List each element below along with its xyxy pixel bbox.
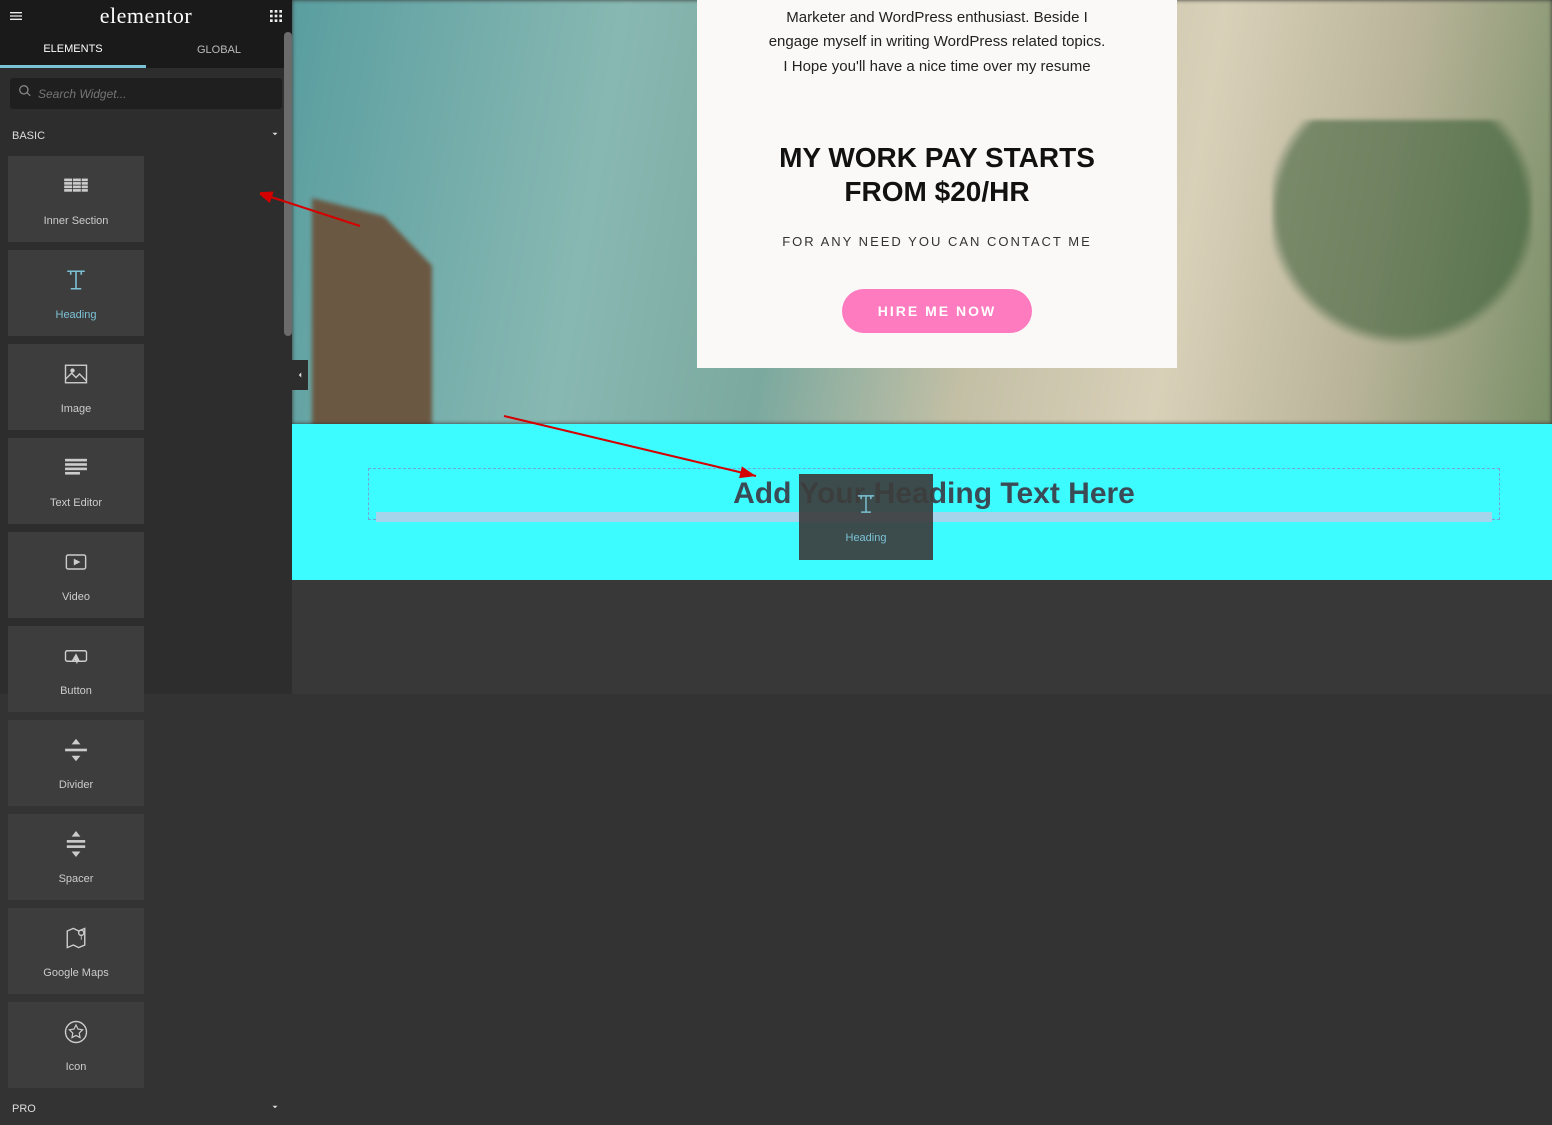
widget-label: Image [61, 403, 92, 415]
widget-label: Button [60, 685, 92, 697]
columns-icon [62, 172, 90, 205]
search-icon [18, 84, 38, 103]
drag-ghost-heading: Heading [799, 474, 933, 560]
widget-button[interactable]: Button [8, 626, 144, 712]
intro-line: Marketer and WordPress enthusiast. Besid… [786, 9, 1088, 26]
star-icon [62, 1018, 90, 1051]
category-pro[interactable]: PRO [0, 1092, 292, 1125]
search-wrap [0, 68, 292, 119]
bg-shape [312, 198, 432, 424]
headline-line: FROM $20/HR [844, 176, 1029, 207]
text-icon [62, 454, 90, 487]
widget-label: Spacer [59, 873, 94, 885]
widget-google-maps[interactable]: Google Maps [8, 908, 144, 994]
widget-video[interactable]: Video [8, 532, 144, 618]
video-icon [62, 548, 90, 581]
chevron-down-icon [270, 129, 280, 142]
headline[interactable]: MY WORK PAY STARTS FROM $20/HR [727, 141, 1147, 210]
heading-icon [853, 491, 879, 522]
editor-canvas[interactable]: Marketer and WordPress enthusiast. Besid… [292, 0, 1552, 694]
divider-icon [62, 736, 90, 769]
map-icon [62, 924, 90, 957]
panel-header: elementor [0, 0, 292, 32]
category-basic-label: BASIC [12, 130, 45, 142]
widget-spacer[interactable]: Spacer [8, 814, 144, 900]
panel-scrollbar[interactable] [284, 32, 292, 336]
search-input[interactable] [38, 87, 274, 101]
widget-label: Google Maps [43, 967, 108, 979]
bg-shape [1272, 120, 1532, 420]
tab-elements[interactable]: ELEMENTS [0, 32, 146, 68]
widget-label: Inner Section [44, 215, 109, 227]
intro-text[interactable]: Marketer and WordPress enthusiast. Besid… [727, 6, 1147, 79]
elements-panel: elementor ELEMENTS GLOBAL BASIC Inner Se… [0, 0, 292, 694]
widget-label: Icon [66, 1061, 87, 1073]
tab-global[interactable]: GLOBAL [146, 32, 292, 68]
intro-line: engage myself in writing WordPress relat… [769, 33, 1106, 50]
hire-me-button[interactable]: HIRE ME NOW [842, 289, 1032, 333]
apps-icon[interactable] [268, 8, 284, 24]
image-icon [62, 360, 90, 393]
collapse-panel-button[interactable] [292, 360, 308, 390]
widget-label: Text Editor [50, 497, 102, 509]
search-container [10, 78, 282, 109]
drop-highlight [376, 512, 1492, 522]
drag-ghost-label: Heading [846, 532, 887, 544]
widget-image[interactable]: Image [8, 344, 144, 430]
category-basic[interactable]: BASIC [0, 119, 292, 152]
widget-inner-section[interactable]: Inner Section [8, 156, 144, 242]
brand-logo: elementor [100, 3, 192, 29]
placeholder-heading[interactable]: Add Your Heading Text Here [733, 477, 1135, 511]
widget-divider[interactable]: Divider [8, 720, 144, 806]
subheadline[interactable]: FOR ANY NEED YOU CAN CONTACT ME [727, 234, 1147, 249]
intro-line: I Hope you'll have a nice time over my r… [783, 58, 1090, 75]
widget-label: Heading [56, 309, 97, 321]
widget-icon[interactable]: Icon [8, 1002, 144, 1088]
widget-heading[interactable]: Heading [8, 250, 144, 336]
heading-icon [62, 266, 90, 299]
headline-line: MY WORK PAY STARTS [779, 142, 1095, 173]
widget-label: Video [62, 591, 90, 603]
widget-label: Divider [59, 779, 93, 791]
category-pro-label: PRO [12, 1103, 36, 1115]
panel-tabs: ELEMENTS GLOBAL [0, 32, 292, 68]
widgets-grid: Inner Section Heading Image Text Editor … [0, 152, 292, 1092]
spacer-icon [62, 830, 90, 863]
hero-card[interactable]: Marketer and WordPress enthusiast. Besid… [697, 0, 1177, 368]
chevron-down-icon [270, 1102, 280, 1115]
widget-text-editor[interactable]: Text Editor [8, 438, 144, 524]
menu-icon[interactable] [8, 8, 24, 24]
button-icon [62, 642, 90, 675]
footer-section[interactable] [292, 580, 1552, 694]
